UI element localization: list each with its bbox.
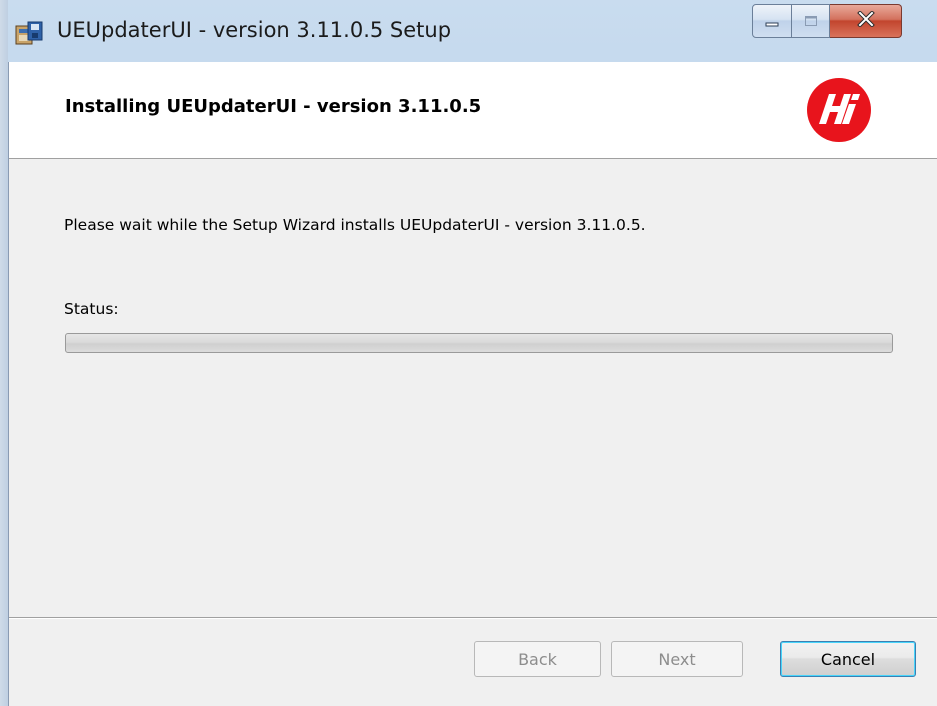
footer-divider [9, 617, 937, 619]
window-left-edge [0, 0, 8, 706]
installer-window: UEUpdaterUI - version 3.11.0.5 Setup Ins… [0, 0, 937, 706]
next-button[interactable]: Next [611, 641, 743, 677]
minimize-button[interactable] [752, 4, 792, 38]
maximize-button[interactable] [792, 4, 830, 38]
status-label: Status: [64, 300, 119, 318]
page-title: Installing UEUpdaterUI - version 3.11.0.… [65, 96, 482, 117]
cancel-button[interactable]: Cancel [780, 641, 916, 677]
install-description: Please wait while the Setup Wizard insta… [64, 216, 646, 234]
window-title: UEUpdaterUI - version 3.11.0.5 Setup [57, 18, 452, 42]
title-bar[interactable]: UEUpdaterUI - version 3.11.0.5 Setup [0, 0, 937, 62]
maximize-icon [804, 12, 818, 31]
back-button[interactable]: Back [474, 641, 601, 677]
wizard-client-area: Installing UEUpdaterUI - version 3.11.0.… [8, 62, 937, 706]
close-button[interactable] [830, 4, 902, 38]
hi-logo-icon [805, 76, 873, 144]
close-icon [856, 10, 875, 31]
installer-app-icon [14, 20, 44, 48]
install-progress-bar [65, 333, 893, 353]
window-controls [752, 4, 902, 44]
wizard-header: Installing UEUpdaterUI - version 3.11.0.… [9, 62, 937, 159]
minimize-icon [765, 12, 779, 31]
